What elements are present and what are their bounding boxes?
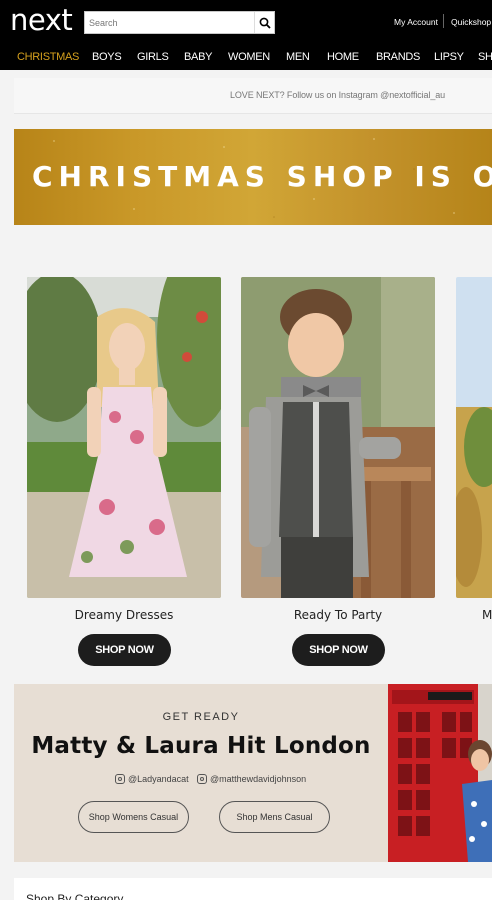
handle-text-laura: @Ladyandacat bbox=[128, 774, 189, 784]
boy-in-waistcoat-photo bbox=[241, 277, 435, 598]
shop-mens-casual-button[interactable]: Shop Mens Casual bbox=[219, 801, 330, 833]
product-caption-ready-to-party[interactable]: Ready To Party bbox=[241, 608, 435, 622]
page: next My Account Quickshop CHRISTMAS BOYS… bbox=[0, 0, 492, 900]
search-button[interactable] bbox=[254, 12, 274, 33]
instagram-icon bbox=[115, 774, 125, 784]
shop-now-button-dresses[interactable]: SHOP NOW bbox=[78, 634, 171, 666]
product-image-dreamy-dresses[interactable] bbox=[27, 277, 221, 598]
product-image-ready-to-party[interactable] bbox=[241, 277, 435, 598]
nav-item-sh[interactable]: SH bbox=[478, 51, 492, 63]
nav-item-brands[interactable]: BRANDS bbox=[376, 51, 420, 63]
my-account-link[interactable]: My Account bbox=[394, 17, 438, 27]
partial-outdoor-photo bbox=[456, 277, 492, 598]
nav-item-boys[interactable]: BOYS bbox=[92, 51, 122, 63]
christmas-banner[interactable]: CHRISTMAS SHOP IS OPEN bbox=[14, 129, 492, 225]
feature-kicker: GET READY bbox=[162, 711, 240, 723]
banner-title: CHRISTMAS SHOP IS OPEN bbox=[32, 160, 492, 193]
header-divider bbox=[443, 14, 444, 28]
red-phone-box-photo[interactable] bbox=[388, 684, 492, 862]
nav-item-women[interactable]: WOMEN bbox=[228, 51, 270, 63]
nav-item-home[interactable]: HOME bbox=[327, 51, 359, 63]
search-input[interactable] bbox=[85, 12, 255, 33]
quickshop-link[interactable]: Quickshop bbox=[451, 17, 491, 27]
nav-item-girls[interactable]: GIRLS bbox=[137, 51, 169, 63]
search-icon bbox=[259, 17, 271, 29]
product-caption-dreamy-dresses[interactable]: Dreamy Dresses bbox=[27, 608, 221, 622]
instagram-promo-text[interactable]: LOVE NEXT? Follow us on Instagram @nexto… bbox=[230, 90, 445, 100]
instagram-handle-matty[interactable]: @matthewdavidjohnson bbox=[197, 774, 306, 784]
handle-text-matty: @matthewdavidjohnson bbox=[210, 774, 307, 784]
category-title: Shop By Category bbox=[26, 892, 124, 900]
nav-item-baby[interactable]: BABY bbox=[184, 51, 212, 63]
phone-box-image bbox=[388, 684, 492, 862]
shop-now-button-party[interactable]: SHOP NOW bbox=[292, 634, 385, 666]
search-box bbox=[84, 11, 275, 34]
instagram-handle-laura[interactable]: @Ladyandacat bbox=[115, 774, 189, 784]
product-caption-partial[interactable]: M bbox=[482, 608, 492, 622]
next-logo[interactable]: next bbox=[10, 3, 73, 37]
nav-item-men[interactable]: MEN bbox=[286, 51, 310, 63]
instagram-icon bbox=[197, 774, 207, 784]
shop-womens-casual-button[interactable]: Shop Womens Casual bbox=[78, 801, 189, 833]
shop-by-category-section: Shop By Category bbox=[14, 878, 492, 900]
matty-laura-feature: GET READY Matty & Laura Hit London @Lady… bbox=[14, 684, 492, 862]
feature-title: Matty & Laura Hit London bbox=[31, 733, 371, 759]
nav-item-christmas[interactable]: CHRISTMAS bbox=[17, 51, 79, 63]
nav-item-lipsy[interactable]: LIPSY bbox=[434, 51, 464, 63]
product-image-partial[interactable] bbox=[456, 277, 492, 598]
top-bar: next My Account Quickshop bbox=[0, 0, 492, 42]
promo-bar: LOVE NEXT? Follow us on Instagram @nexto… bbox=[14, 78, 492, 114]
girl-in-floral-dress-photo bbox=[27, 277, 221, 598]
main-nav: CHRISTMAS BOYS GIRLS BABY WOMEN MEN HOME… bbox=[0, 42, 492, 70]
